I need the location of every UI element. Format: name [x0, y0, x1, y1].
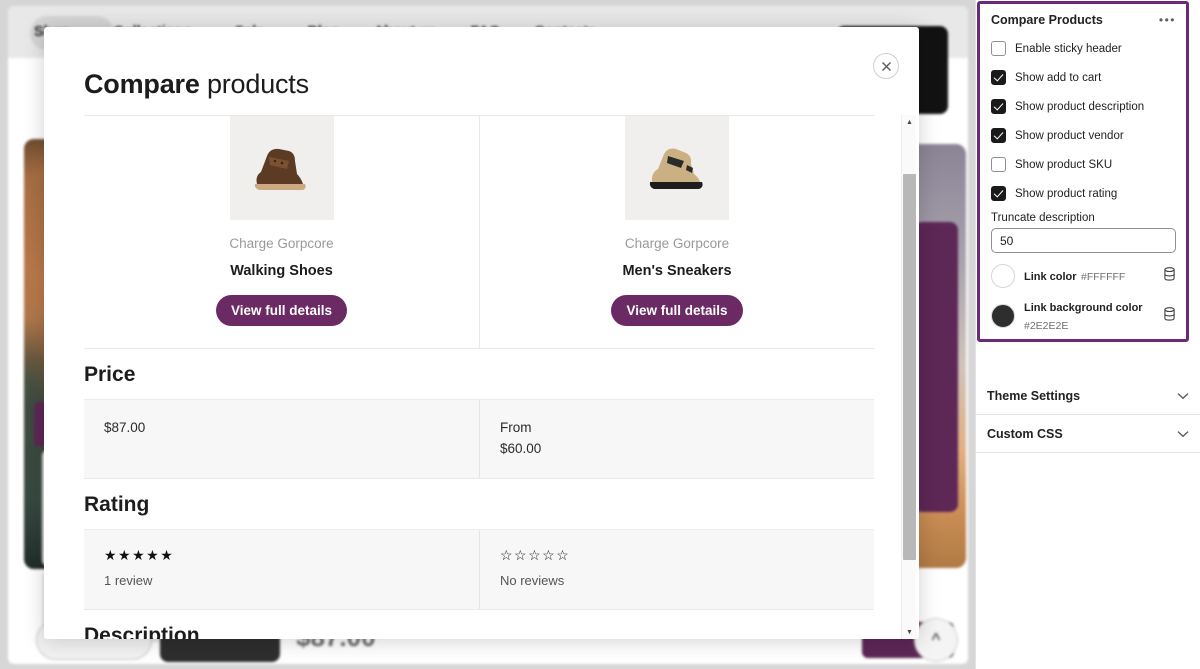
checkbox[interactable] — [991, 99, 1006, 114]
review-count: No reviews — [500, 572, 565, 588]
sidebar-section-theme-settings[interactable]: Theme Settings — [976, 377, 1200, 415]
triangle-down-icon[interactable]: ▼ — [902, 625, 917, 639]
product-header-row: Charge Gorpcore Walking Shoes View full … — [84, 115, 874, 348]
price-cell-1: $87.00 — [84, 400, 479, 478]
section-label: Theme Settings — [987, 388, 1081, 403]
modal-scrollbar[interactable]: ▲ ▼ — [901, 115, 916, 639]
review-count: 1 review — [104, 572, 153, 588]
triangle-up-icon[interactable]: ▲ — [902, 115, 917, 129]
price-row: $87.00 From $60.00 — [84, 399, 874, 478]
setting-show-product-description[interactable]: Show product description — [980, 92, 1186, 121]
setting-enable-sticky-header[interactable]: Enable sticky header — [980, 34, 1186, 63]
compare-products-modal: Compare products Charge Gorpcore Walking… — [44, 27, 919, 639]
color-hex: #2E2E2E — [1024, 320, 1069, 332]
checkbox-label: Show product SKU — [1015, 158, 1113, 171]
section-heading-price: Price — [84, 348, 874, 399]
price-value: $87.00 — [104, 420, 146, 435]
checkbox[interactable] — [991, 186, 1006, 201]
product-image — [229, 116, 334, 220]
color-text: Link background color #2E2E2E — [1024, 298, 1154, 334]
rating-cell-1: ★★★★★ 1 review — [84, 530, 479, 609]
color-swatch[interactable] — [991, 264, 1015, 288]
scroll-to-top-button[interactable]: ^ — [914, 618, 958, 662]
section-heading-rating: Rating — [84, 477, 874, 529]
section-heading-description: Description — [84, 608, 874, 639]
close-icon[interactable] — [873, 53, 899, 79]
chevron-down-icon — [1177, 425, 1189, 443]
checkbox-label: Enable sticky header — [1015, 42, 1122, 55]
product-name: Walking Shoes — [230, 263, 333, 279]
modal-title-strong: Compare — [84, 69, 200, 99]
product-image — [625, 116, 729, 220]
checkbox-label: Show product vendor — [1015, 129, 1124, 142]
color-hex: #FFFFFF — [1081, 271, 1126, 283]
product-column-2: Charge Gorpcore Men's Sneakers View full… — [479, 116, 874, 348]
rating-cell-2: ☆☆☆☆☆ No reviews — [479, 529, 874, 609]
view-full-details-button[interactable]: View full details — [215, 295, 348, 326]
truncate-description-input[interactable] — [991, 228, 1176, 253]
app-screen: Shop▾ Collections▾ Sale▾ Blog About us F… — [0, 0, 1200, 669]
color-swatch[interactable] — [991, 304, 1015, 328]
compare-table-scroll-area[interactable]: Charge Gorpcore Walking Shoes View full … — [44, 115, 919, 639]
checkbox-label: Show add to cart — [1015, 71, 1102, 84]
checkbox[interactable] — [991, 128, 1006, 143]
database-icon[interactable] — [1163, 266, 1176, 286]
price-prefix: From — [500, 420, 532, 435]
color-name: Link color — [1024, 271, 1077, 283]
promo-strip — [914, 222, 958, 512]
color-text: Link color #FFFFFF — [1024, 267, 1154, 285]
scrollbar-thumb[interactable] — [903, 174, 916, 560]
color-name: Link background color — [1024, 302, 1143, 314]
modal-title-light: products — [206, 69, 309, 99]
checkbox[interactable] — [991, 157, 1006, 172]
database-icon[interactable] — [1163, 306, 1176, 326]
truncate-description-label: Truncate description — [991, 212, 1095, 224]
product-vendor: Charge Gorpcore — [229, 236, 334, 251]
checkbox-label: Show product description — [1015, 100, 1145, 113]
setting-show-add-to-cart[interactable]: Show add to cart — [980, 63, 1186, 92]
product-vendor: Charge Gorpcore — [624, 236, 730, 251]
truncate-description-group: Truncate description — [980, 208, 1186, 259]
panel-title: Compare Products — [991, 13, 1103, 27]
price-value: $60.00 — [500, 440, 542, 456]
sidebar-section-custom-css[interactable]: Custom CSS — [976, 415, 1200, 453]
theme-editor-sidebar: Compare Products ••• Enable sticky heade… — [975, 0, 1200, 669]
more-options-icon[interactable]: ••• — [1159, 14, 1176, 26]
product-name: Men's Sneakers — [622, 263, 732, 279]
checkbox-label: Show product rating — [1015, 187, 1118, 200]
section-label: Custom CSS — [987, 426, 1063, 441]
link-background-color-setting: Link background color #2E2E2E — [980, 293, 1186, 339]
price-cell-2: From $60.00 — [479, 400, 874, 478]
compare-table: Charge Gorpcore Walking Shoes View full … — [44, 115, 884, 639]
checkbox[interactable] — [991, 41, 1006, 56]
setting-show-product-vendor[interactable]: Show product vendor — [980, 121, 1186, 150]
view-full-details-button[interactable]: View full details — [611, 295, 743, 326]
chevron-down-icon — [1177, 387, 1189, 405]
compare-products-settings-panel: Compare Products ••• Enable sticky heade… — [977, 1, 1189, 342]
modal-title: Compare products — [84, 69, 309, 100]
setting-show-product-rating[interactable]: Show product rating — [980, 179, 1186, 208]
product-column-1: Charge Gorpcore Walking Shoes View full … — [84, 116, 479, 348]
star-rating-icon: ★★★★★ — [104, 546, 175, 563]
setting-show-product-sku[interactable]: Show product SKU — [980, 150, 1186, 179]
link-color-setting: Link color #FFFFFF — [980, 259, 1186, 293]
panel-header: Compare Products ••• — [980, 4, 1186, 34]
checkbox[interactable] — [991, 70, 1006, 85]
rating-row: ★★★★★ 1 review ☆☆☆☆☆ No reviews — [84, 528, 874, 609]
star-rating-icon: ☆☆☆☆☆ — [500, 546, 571, 563]
